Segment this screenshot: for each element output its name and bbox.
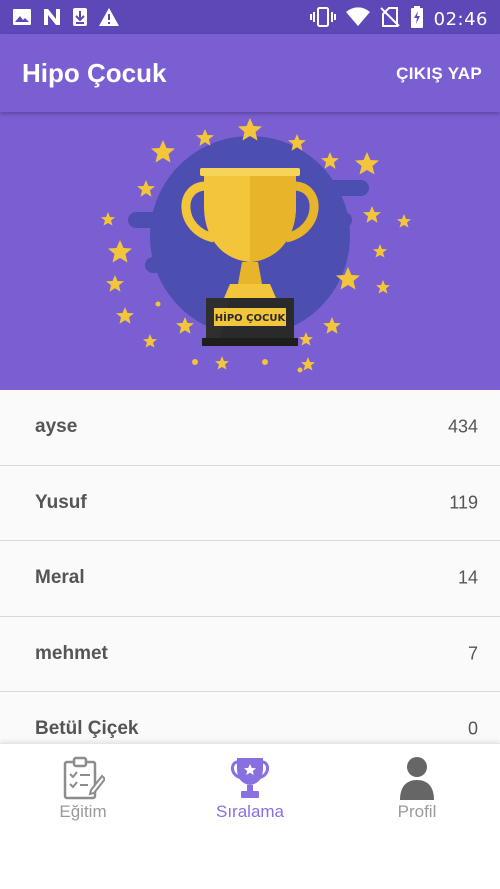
image-icon — [12, 7, 32, 32]
trophy-illustration: HİPO ÇOCUK — [101, 118, 411, 373]
nav-label: Eğitim — [59, 802, 107, 821]
bottom-navigation: Eğitim Sıralama Profil — [0, 743, 500, 889]
ranking-score: 119 — [449, 492, 478, 513]
ranking-row[interactable]: Meral 14 — [0, 541, 500, 617]
person-icon — [398, 756, 436, 805]
status-time: 02:46 — [433, 9, 488, 30]
nav-tab-egitim[interactable]: Eğitim — [0, 744, 166, 834]
ranking-name: ayse — [35, 416, 78, 438]
ranking-name: Meral — [35, 567, 85, 589]
nav-label: Sıralama — [215, 802, 285, 821]
clipboard-icon — [61, 756, 107, 805]
app-title: Hipo Çocuk — [22, 58, 167, 88]
n-app-icon — [42, 7, 62, 32]
status-system: 02:46 — [309, 6, 488, 33]
hero-banner: HİPO ÇOCUK — [0, 112, 500, 390]
trophy-plate-text: HİPO ÇOCUK — [215, 310, 287, 324]
app-bar: Hipo Çocuk ÇIKIŞ YAP — [0, 34, 500, 112]
ranking-list[interactable]: ayse 434 Yusuf 119 Meral 14 mehmet 7 Bet… — [0, 390, 500, 743]
logout-button[interactable]: ÇIKIŞ YAP — [396, 64, 482, 84]
nav-tab-siralama[interactable]: Sıralama — [167, 744, 333, 834]
trophy-icon — [230, 756, 270, 805]
ranking-row[interactable]: Yusuf 119 — [0, 465, 500, 541]
ranking-score: 7 — [467, 643, 478, 664]
no-sim-icon — [379, 7, 400, 32]
status-bar: 02:46 — [0, 0, 500, 34]
warning-icon — [98, 7, 120, 32]
ranking-row[interactable]: mehmet 7 — [0, 616, 500, 692]
vibrate-icon — [309, 7, 336, 32]
ranking-row[interactable]: ayse 434 — [0, 390, 500, 466]
wifi-icon — [345, 7, 370, 32]
ranking-row[interactable]: Betül Çiçek 0 — [0, 692, 500, 743]
battery-charging-icon — [410, 6, 424, 33]
status-notifications — [12, 7, 120, 32]
ranking-score: 0 — [467, 718, 478, 739]
nav-tab-profil[interactable]: Profil — [334, 744, 500, 834]
ranking-score: 14 — [457, 567, 478, 588]
ranking-name: Yusuf — [35, 491, 87, 513]
ranking-score: 434 — [447, 416, 478, 437]
ranking-name: Betül Çiçek — [35, 718, 139, 740]
ranking-name: mehmet — [35, 642, 108, 664]
nav-label: Profil — [397, 802, 437, 821]
download-icon — [72, 7, 88, 32]
